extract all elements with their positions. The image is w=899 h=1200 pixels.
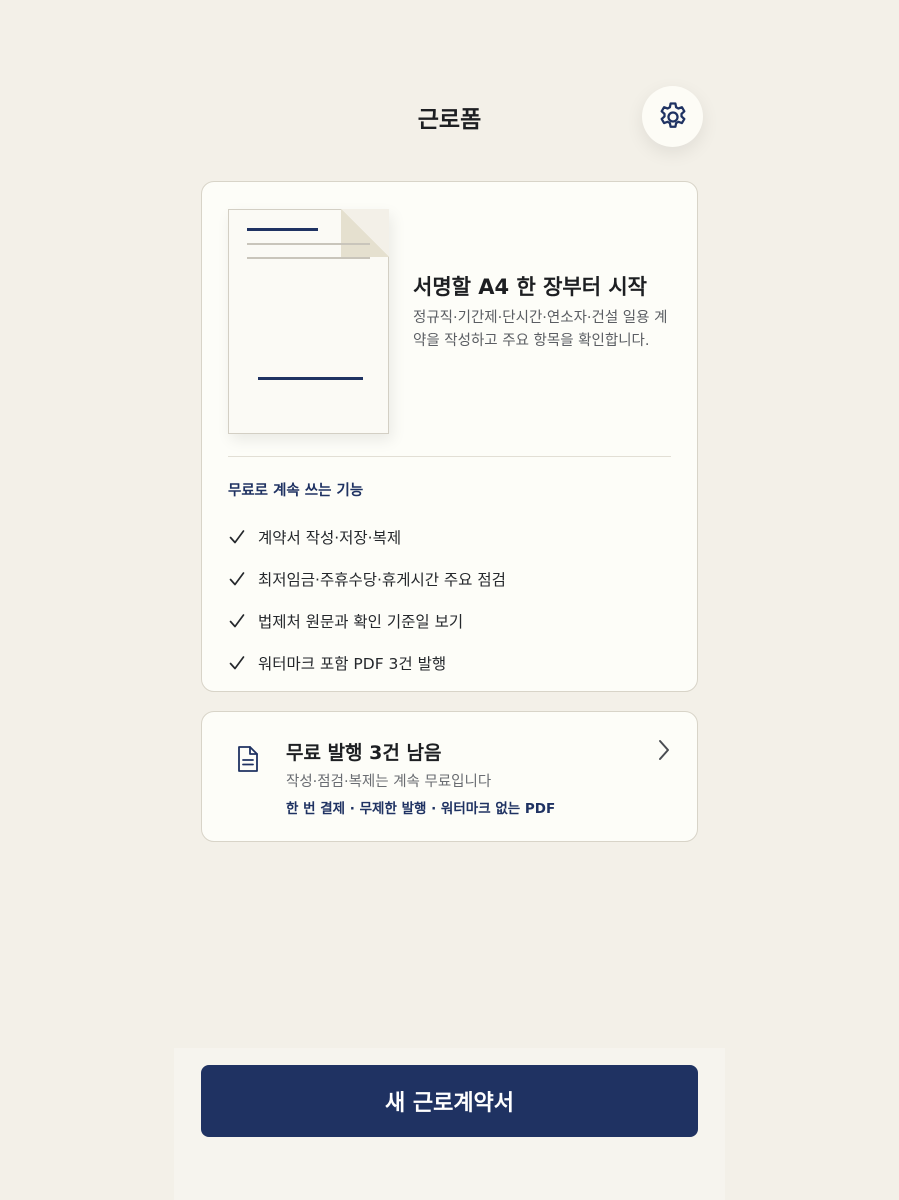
free-issue-card[interactable]: 무료 발행 3건 남음 작성·점검·복제는 계속 무료입니다 한 번 결제 · … [201,711,698,842]
feature-label: 최저임금·주휴수당·휴게시간 주요 점검 [258,571,506,589]
doc-signature-line [258,377,363,380]
intro-card: 서명할 A4 한 장부터 시작 정규직·기간제·단시간·연소자·건설 일용 계약… [201,181,698,692]
document-illustration [228,209,389,434]
check-icon [229,656,245,670]
feature-label: 워터마크 포함 PDF 3건 발행 [258,655,447,673]
list-item: 계약서 작성·저장·복제 [228,516,506,558]
check-icon [229,614,245,628]
list-item: 최저임금·주휴수당·휴게시간 주요 점검 [228,558,506,600]
page-fold [341,209,389,257]
list-item: 법제처 원문과 확인 기준일 보기 [228,600,506,642]
app-screen: 근로폼 서명할 A4 한 장부터 시작 정규직·기간제·단시간·연소자·건설 일… [0,0,899,1200]
divider [228,456,671,457]
chevron-right-icon [659,740,669,760]
issue-promo: 한 번 결제 · 무제한 발행 · 워터마크 없는 PDF [286,801,556,817]
hero-title: 서명할 A4 한 장부터 시작 [413,275,647,299]
document-icon [238,746,258,772]
check-icon [229,572,245,586]
doc-text-line [247,257,370,259]
hero-description: 정규직·기간제·단시간·연소자·건설 일용 계약을 작성하고 주요 항목을 확인… [413,310,668,349]
settings-button[interactable] [642,86,703,147]
features-heading: 무료로 계속 쓰는 기능 [228,483,364,499]
new-contract-button[interactable]: 새 근로계약서 [201,1065,698,1137]
doc-heading-line [247,228,318,231]
feature-label: 계약서 작성·저장·복제 [258,529,402,547]
check-icon [229,530,245,544]
feature-label: 법제처 원문과 확인 기준일 보기 [258,613,464,631]
app-title: 근로폼 [417,107,482,133]
feature-list: 계약서 작성·저장·복제 최저임금·주휴수당·휴게시간 주요 점검 법제처 원문… [228,516,506,684]
doc-text-line [247,243,370,245]
list-item: 워터마크 포함 PDF 3건 발행 [228,642,506,684]
issue-title: 무료 발행 3건 남음 [286,742,442,764]
gear-icon [660,101,685,128]
issue-subtitle: 작성·점검·복제는 계속 무료입니다 [286,774,492,790]
